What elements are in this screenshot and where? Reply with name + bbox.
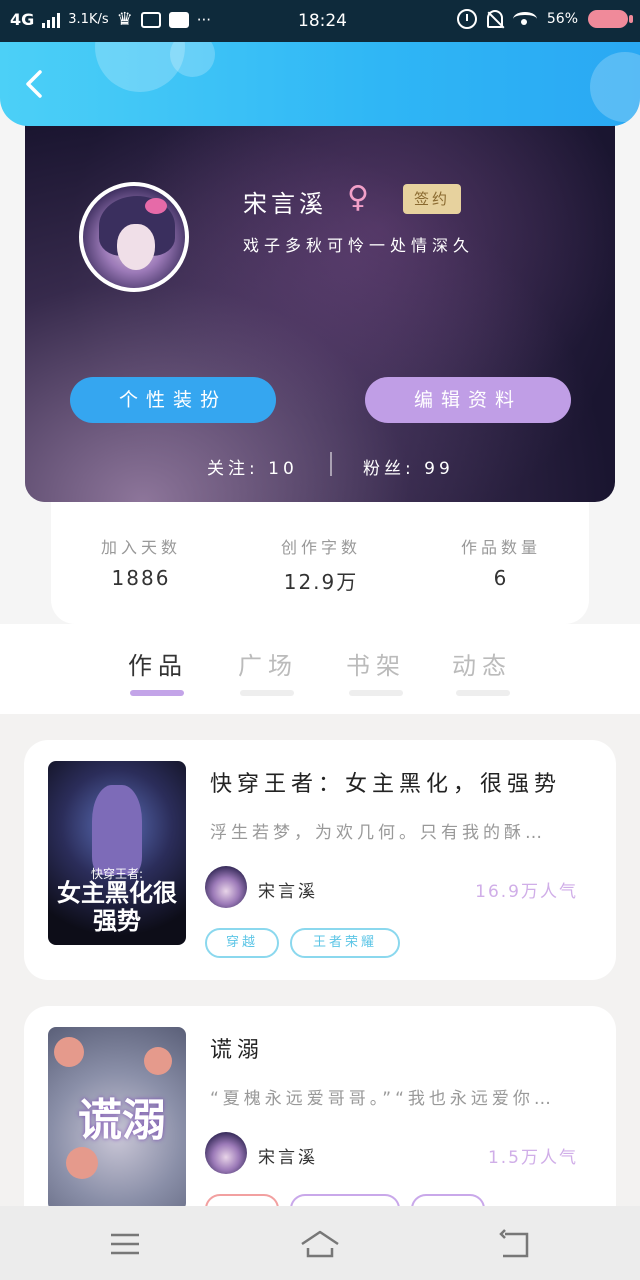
cover-title: 女主黑化很强势 [57,878,177,935]
popularity: 1.5万人气 [487,1148,578,1168]
stat-label: 加入天数 [100,538,181,557]
tab-bar: 作品 广场 书架 动态 [0,624,640,714]
home-button[interactable] [300,1224,340,1264]
avatar[interactable] [79,182,189,292]
calendar-icon [140,11,161,28]
network-type: 4G [10,10,35,29]
tab-bookshelf[interactable]: 书架 [336,646,416,681]
system-nav-bar [0,1206,640,1280]
following-count[interactable]: 关注: 10 [207,454,298,479]
profile-card: 宋言溪 ♀ 签约 戏子多秋可怜一处情深久 个性装扮 编辑资料 关注: 10 粉丝… [25,112,615,502]
author-avatar [205,866,247,908]
book-title: 快穿王者：女主黑化，很强势 [210,772,562,797]
popularity: 16.9万人气 [475,882,578,902]
user-bio: 戏子多秋可怜一处情深久 [243,236,475,255]
stats-panel: 加入天数 1886 创作字数 12.9万 作品数量 6 [51,502,589,624]
stat-works-count: 作品数量 6 [421,534,581,590]
cover-title: 谎溺 [78,1095,166,1146]
stat-value: 6 [493,566,509,590]
tab-activity[interactable]: 动态 [442,646,522,681]
author-name: 宋言溪 [258,1148,318,1168]
decor-bubble [590,52,640,122]
tab-indicator [456,690,510,696]
signed-badge: 签约 [403,184,461,214]
stat-label: 作品数量 [460,538,541,557]
chevron-left-icon [26,70,42,98]
tab-indicator [240,690,294,696]
stat-value: 1886 [111,566,171,590]
tab-square[interactable]: 广场 [228,646,308,681]
tab-indicator [130,690,184,696]
fans-count[interactable]: 粉丝: 99 [363,454,454,479]
stat-join-days: 加入天数 1886 [61,534,221,590]
back-arrow-icon [499,1229,529,1258]
tab-indicator [349,690,403,696]
menu-icon [111,1233,139,1255]
tag-chip[interactable]: 穿越 [205,928,279,958]
book-desc: 浮生若梦，为欢几何。只有我的酥… [210,823,546,843]
book-card[interactable]: 谎溺 谎溺 “夏槐永远爱哥哥。”“我也永远爱你… 宋言溪 1.5万人气 [24,1006,616,1206]
tag-chip[interactable] [205,1194,279,1206]
author-name: 宋言溪 [258,882,318,902]
clock: 18:24 [298,11,347,31]
stat-label: 创作字数 [280,538,361,557]
battery-icon [588,10,633,28]
divider [330,452,332,476]
home-icon [301,1230,339,1258]
signal-icon [42,12,61,28]
book-cover: 快穿王者: 女主黑化很强势 [48,761,186,945]
status-right: 56% [456,9,633,29]
tag-chip[interactable] [290,1194,400,1206]
battery-text: 56% [546,11,578,27]
book-desc: “夏槐永远爱哥哥。”“我也永远爱你… [210,1089,555,1109]
stat-word-count: 创作字数 12.9万 [241,534,401,595]
more-icon: ··· [196,10,212,29]
crown-icon: ♛ [116,8,133,30]
tag-chip[interactable] [411,1194,485,1206]
decorate-button[interactable]: 个性装扮 [70,377,276,423]
user-name: 宋言溪 [243,190,327,218]
tag-chip[interactable]: 王者荣耀 [290,928,400,958]
status-left: 4G 3.1K/s ♛ ··· [10,10,211,29]
wifi-icon [512,12,537,26]
status-bar: 4G 3.1K/s ♛ ··· 18:24 56% [0,0,640,42]
app-icon [168,11,189,28]
book-title: 谎溺 [210,1038,265,1063]
book-card[interactable]: 快穿王者: 女主黑化很强势 快穿王者：女主黑化，很强势 浮生若梦，为欢几何。只有… [24,740,616,980]
menu-button[interactable] [105,1224,145,1264]
tab-works[interactable]: 作品 [118,646,198,681]
stat-value: 12.9万 [283,570,359,594]
system-back-button[interactable] [495,1224,535,1264]
book-list: 快穿王者: 女主黑化很强势 快穿王者：女主黑化，很强势 浮生若梦，为欢几何。只有… [0,714,640,1206]
female-icon: ♀ [347,180,369,215]
back-button[interactable] [18,66,54,102]
top-header [0,42,640,126]
net-speed: 3.1K/s [68,12,109,27]
alarm-icon [456,9,477,29]
edit-profile-button[interactable]: 编辑资料 [365,377,571,423]
author-avatar [205,1132,247,1174]
mute-icon [486,10,503,28]
book-cover: 谎溺 [48,1027,186,1206]
